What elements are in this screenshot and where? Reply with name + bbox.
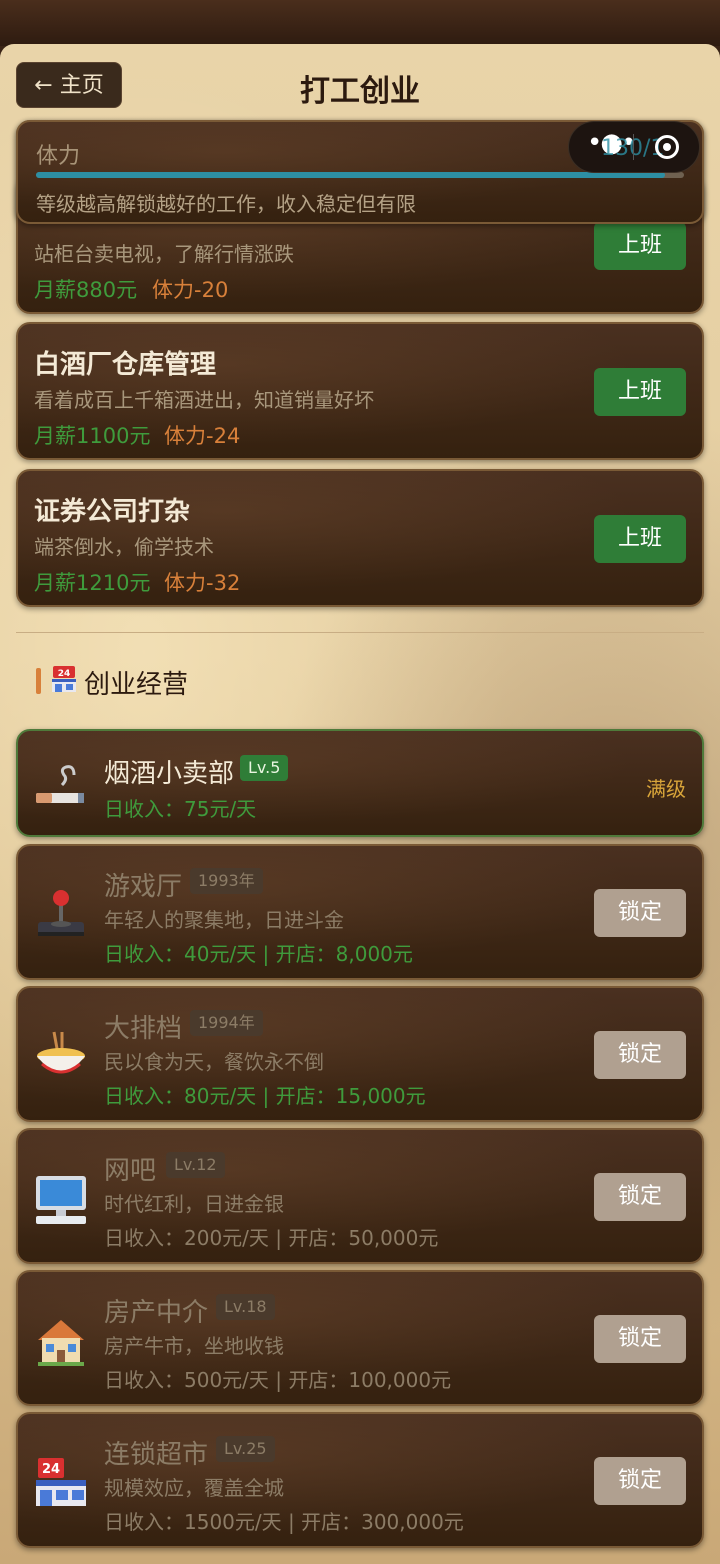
business-name: 房产中介	[104, 1298, 209, 1328]
business-name: 网吧	[104, 1156, 157, 1186]
business-income: 日收入：75元/天	[104, 797, 257, 821]
svg-text:24: 24	[42, 1462, 60, 1477]
work-button[interactable]: 上班	[594, 222, 686, 270]
stamina-bar	[36, 172, 684, 178]
business-income: 日收入：1500元/天 | 开店：300,000元	[104, 1510, 464, 1534]
level-badge: Lv.25	[216, 1436, 275, 1462]
max-level-label: 满级	[646, 777, 686, 801]
job-title: 白酒厂仓库管理	[34, 350, 217, 380]
section-divider	[16, 632, 704, 633]
close-target-icon[interactable]	[655, 135, 679, 159]
business-description: 年轻人的聚集地，日进斗金	[104, 908, 344, 932]
locked-button[interactable]: 锁定	[594, 1173, 686, 1221]
work-button[interactable]: 上班	[594, 515, 686, 563]
job-description: 站柜台卖电视，了解行情涨跌	[34, 242, 294, 266]
business-income: 日收入：40元/天 | 开店：8,000元	[104, 942, 413, 966]
job-stamina-cost: 体力-32	[164, 571, 241, 595]
house-icon	[38, 1320, 84, 1366]
svg-text:24: 24	[58, 669, 71, 679]
convenience-store-icon: 24	[36, 1458, 86, 1506]
mini-program-capsule[interactable]: •●• 130/1	[568, 121, 700, 173]
business-card-internet-cafe: 网吧 Lv.12 时代红利，日进金银 日收入：200元/天 | 开店：50,00…	[16, 1128, 704, 1264]
job-card-warehouse: 白酒厂仓库管理 看着成百上千箱酒进出，知道销量好坏 月薪1100元 体力-24 …	[16, 322, 704, 460]
level-badge: Lv.12	[166, 1152, 225, 1178]
locked-button[interactable]: 锁定	[594, 1457, 686, 1505]
computer-icon	[36, 1176, 86, 1224]
business-description: 规模效应，覆盖全城	[104, 1476, 284, 1500]
business-card-supermarket: 24 连锁超市 Lv.25 规模效应，覆盖全城 日收入：1500元/天 | 开店…	[16, 1412, 704, 1548]
job-salary: 月薪880元	[34, 278, 138, 302]
level-badge: Lv.18	[216, 1294, 275, 1320]
page-title: 打工创业	[300, 74, 420, 109]
convenience-store-icon: 24	[52, 666, 76, 692]
job-description: 看着成百上千箱酒进出，知道销量好坏	[34, 388, 374, 412]
business-name: 大排档	[104, 1014, 183, 1044]
section-title: 创业经营	[84, 670, 189, 700]
capsule-divider	[633, 134, 634, 160]
business-card-food-stall: 大排档 1994年 民以食为天，餐饮永不倒 日收入：80元/天 | 开店：15,…	[16, 986, 704, 1122]
business-description: 民以食为天，餐饮永不倒	[104, 1050, 324, 1074]
cigarette-icon	[36, 765, 84, 803]
job-salary: 月薪1210元	[34, 571, 151, 595]
stamina-label: 体力	[36, 144, 81, 169]
era-badge: 1994年	[190, 1010, 263, 1036]
business-card-real-estate: 房产中介 Lv.18 房产牛市，坐地收钱 日收入：500元/天 | 开店：100…	[16, 1270, 704, 1406]
section-accent-bar	[36, 668, 41, 694]
job-stamina-cost: 体力-24	[164, 424, 241, 448]
work-button[interactable]: 上班	[594, 368, 686, 416]
business-income: 日收入：500元/天 | 开店：100,000元	[104, 1368, 452, 1392]
locked-button[interactable]: 锁定	[594, 1315, 686, 1363]
business-name: 连锁超市	[104, 1440, 209, 1470]
job-stamina-cost: 体力-20	[152, 278, 229, 302]
business-name: 游戏厅	[104, 872, 183, 902]
business-card-arcade: 游戏厅 1993年 年轻人的聚集地，日进斗金 日收入：40元/天 | 开店：8,…	[16, 844, 704, 980]
stamina-hint: 等级越高解锁越好的工作，收入稳定但有限	[36, 192, 416, 216]
top-bar	[0, 0, 720, 46]
business-card-tobacco-shop: 烟酒小卖部 Lv.5 日收入：75元/天 满级	[16, 729, 704, 837]
stamina-bar-fill	[36, 172, 665, 178]
business-name: 烟酒小卖部	[104, 759, 235, 789]
joystick-icon	[38, 890, 84, 936]
job-description: 端茶倒水，偷学技术	[34, 535, 214, 559]
business-income: 日收入：80元/天 | 开店：15,000元	[104, 1084, 426, 1108]
business-description: 时代红利，日进金银	[104, 1192, 284, 1216]
job-salary: 月薪1100元	[34, 424, 151, 448]
locked-button[interactable]: 锁定	[594, 1031, 686, 1079]
job-title: 证券公司打杂	[34, 497, 191, 527]
era-badge: 1993年	[190, 868, 263, 894]
job-card-securities: 证券公司打杂 端茶倒水，偷学技术 月薪1210元 体力-32 上班	[16, 469, 704, 607]
business-description: 房产牛市，坐地收钱	[104, 1334, 284, 1358]
locked-button[interactable]: 锁定	[594, 889, 686, 937]
level-badge: Lv.5	[240, 755, 289, 781]
noodle-bowl-icon	[37, 1031, 85, 1074]
business-income: 日收入：200元/天 | 开店：50,000元	[104, 1226, 439, 1250]
